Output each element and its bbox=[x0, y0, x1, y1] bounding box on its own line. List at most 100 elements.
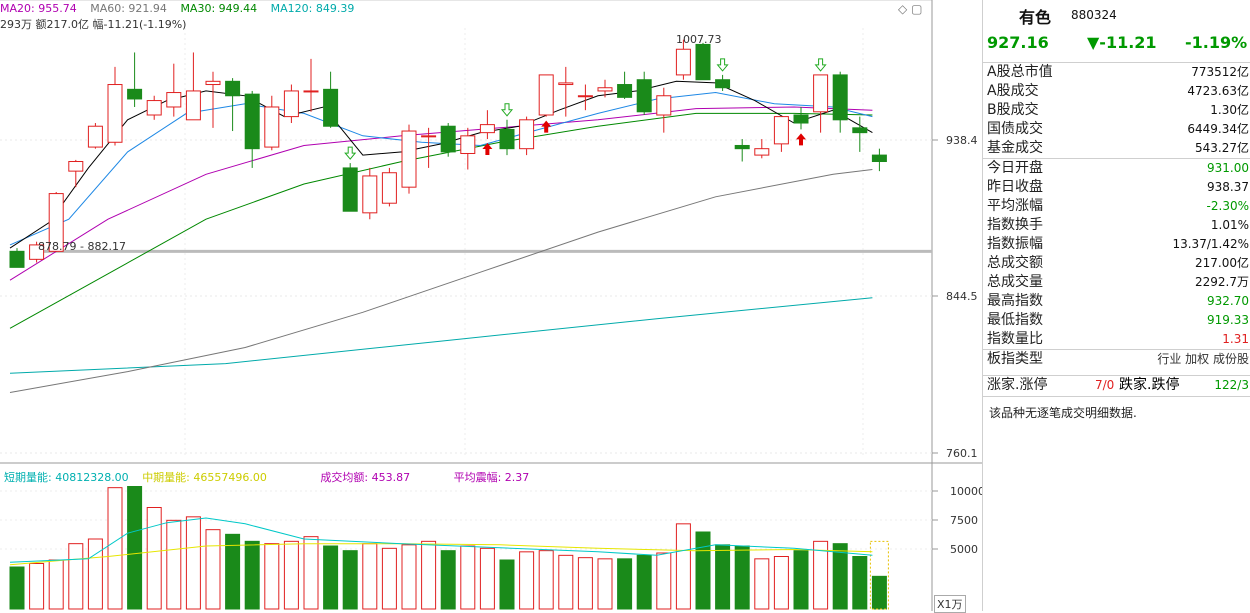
candle[interactable] bbox=[519, 116, 535, 156]
volume-bar[interactable] bbox=[519, 551, 535, 610]
candle[interactable] bbox=[68, 159, 84, 188]
volume-bar[interactable] bbox=[29, 563, 45, 610]
candle[interactable] bbox=[754, 139, 770, 159]
volume-bar[interactable] bbox=[323, 545, 339, 610]
volume-bar[interactable] bbox=[832, 543, 848, 610]
volume-bar[interactable] bbox=[68, 543, 84, 610]
volume-bar[interactable] bbox=[871, 575, 887, 610]
volume-bar[interactable] bbox=[695, 531, 711, 610]
candle[interactable] bbox=[9, 248, 25, 268]
candle[interactable] bbox=[146, 95, 162, 120]
volume-bar[interactable] bbox=[617, 558, 633, 610]
price-change: ▼-11.21 bbox=[1087, 33, 1157, 52]
candle[interactable] bbox=[303, 58, 319, 112]
volume-bar[interactable] bbox=[558, 554, 574, 610]
volume-bar[interactable] bbox=[9, 566, 25, 610]
volume-bar[interactable] bbox=[401, 544, 417, 610]
candle[interactable] bbox=[205, 71, 221, 128]
quote-row-value: 1.01% bbox=[1210, 218, 1249, 232]
volume-bar[interactable] bbox=[185, 516, 201, 610]
volume-bar[interactable] bbox=[381, 547, 397, 610]
square-icon[interactable]: ▢ bbox=[911, 2, 922, 16]
candle[interactable] bbox=[871, 148, 887, 172]
volume-bar[interactable] bbox=[87, 538, 103, 610]
candle-body bbox=[538, 74, 554, 116]
candle[interactable] bbox=[283, 84, 299, 124]
candle-body bbox=[9, 250, 25, 268]
volume-bar[interactable] bbox=[754, 558, 770, 610]
candle[interactable] bbox=[381, 167, 397, 207]
candle[interactable] bbox=[577, 84, 593, 111]
candle[interactable] bbox=[695, 42, 711, 81]
volume-bar[interactable] bbox=[440, 550, 456, 610]
candle[interactable] bbox=[479, 110, 495, 140]
candle[interactable] bbox=[636, 71, 652, 115]
volume-bar[interactable] bbox=[577, 557, 593, 610]
candle[interactable] bbox=[87, 123, 103, 149]
candle-body bbox=[362, 175, 378, 214]
volume-bar[interactable] bbox=[107, 487, 123, 610]
candle-body bbox=[244, 93, 260, 150]
candle[interactable] bbox=[127, 52, 143, 107]
volume-unit-label[interactable]: X1万 bbox=[934, 595, 966, 613]
candle[interactable] bbox=[244, 90, 260, 168]
volume-bar[interactable] bbox=[166, 519, 182, 610]
sector-code: 880324 bbox=[1071, 8, 1117, 22]
candle[interactable] bbox=[832, 71, 848, 133]
candle-body bbox=[695, 43, 711, 81]
volume-bar[interactable] bbox=[460, 545, 476, 610]
candle-body bbox=[166, 92, 182, 108]
volume-bar[interactable] bbox=[48, 559, 64, 610]
volume-bar[interactable] bbox=[479, 547, 495, 610]
volume-bar[interactable] bbox=[852, 556, 868, 610]
candle[interactable] bbox=[538, 74, 554, 117]
candle[interactable] bbox=[813, 74, 829, 133]
kline-chart[interactable] bbox=[0, 0, 982, 611]
volume-bar[interactable] bbox=[244, 540, 260, 610]
candle[interactable] bbox=[185, 52, 201, 121]
candle[interactable] bbox=[499, 119, 515, 156]
candle[interactable] bbox=[460, 127, 476, 170]
volume-bar[interactable] bbox=[303, 536, 319, 610]
candle[interactable] bbox=[440, 123, 456, 157]
volume-bar[interactable] bbox=[773, 556, 789, 610]
candle-body bbox=[127, 88, 143, 100]
volume-bar[interactable] bbox=[146, 507, 162, 610]
diamond-icon[interactable]: ◇ bbox=[898, 2, 907, 16]
volume-bar[interactable] bbox=[499, 559, 515, 610]
candlesticks[interactable] bbox=[9, 39, 887, 268]
volume-bar[interactable] bbox=[342, 550, 358, 610]
volume-bar[interactable] bbox=[283, 540, 299, 610]
volume-bar[interactable] bbox=[636, 554, 652, 610]
volume-bar[interactable] bbox=[205, 529, 221, 610]
quote-row-label: 总成交量 bbox=[987, 274, 1043, 290]
quote-row-value: 13.37/1.42% bbox=[1172, 237, 1249, 251]
volume-bar[interactable] bbox=[362, 543, 378, 610]
candle[interactable] bbox=[166, 63, 182, 117]
candle[interactable] bbox=[734, 139, 750, 162]
candle[interactable] bbox=[793, 106, 809, 130]
volume-bar[interactable] bbox=[734, 545, 750, 610]
candle[interactable] bbox=[323, 71, 339, 128]
candle[interactable] bbox=[656, 87, 672, 133]
volume-bars[interactable] bbox=[9, 486, 889, 610]
candle[interactable] bbox=[773, 116, 789, 152]
candle-body bbox=[283, 90, 299, 118]
candle[interactable] bbox=[617, 71, 633, 99]
volume-bar[interactable] bbox=[127, 486, 143, 610]
volume-bar[interactable] bbox=[675, 523, 691, 610]
volume-bar[interactable] bbox=[597, 558, 613, 610]
candle[interactable] bbox=[342, 163, 358, 212]
candle-body bbox=[401, 130, 417, 188]
candle[interactable] bbox=[107, 66, 123, 146]
volume-bar[interactable] bbox=[264, 543, 280, 610]
volume-bar[interactable] bbox=[656, 552, 672, 610]
volume-bar[interactable] bbox=[538, 550, 554, 610]
candle[interactable] bbox=[264, 95, 280, 151]
candle[interactable] bbox=[401, 124, 417, 194]
volume-bar[interactable] bbox=[715, 544, 731, 610]
candle[interactable] bbox=[852, 116, 868, 152]
volume-bar[interactable] bbox=[793, 550, 809, 610]
candle[interactable] bbox=[362, 167, 378, 220]
volume-bar[interactable] bbox=[421, 540, 437, 610]
